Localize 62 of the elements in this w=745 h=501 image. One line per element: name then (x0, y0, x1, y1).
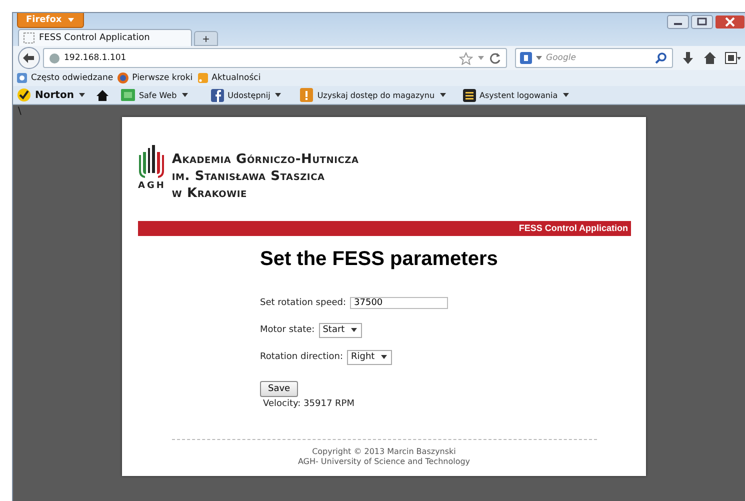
caret-icon (438, 91, 447, 99)
field-label: Rotation direction: (260, 352, 343, 362)
bookmark-item[interactable]: Pierwsze kroki (117, 72, 193, 84)
toolbar-item[interactable]: Norton (17, 88, 86, 102)
dropdown[interactable]: Start (318, 322, 362, 338)
app-banner: FESS Control Application (138, 221, 631, 236)
caret-icon (66, 16, 75, 24)
back-icon[interactable] (17, 47, 41, 69)
bookmark-icon (16, 72, 28, 84)
browser-tab[interactable]: FESS Control Application (18, 29, 192, 46)
field-label: Set rotation speed: (260, 298, 346, 308)
logo-abbreviation: AGH (138, 181, 166, 191)
list-icon (462, 88, 476, 102)
alert-icon (300, 88, 314, 102)
home-icon[interactable] (703, 51, 717, 65)
university-name-line: w Krakowie (172, 185, 248, 202)
close-icon[interactable] (715, 15, 745, 29)
search-field[interactable]: Google (515, 48, 673, 68)
toolbar-item[interactable]: Udostępnij (210, 88, 282, 102)
globe-icon (49, 52, 60, 64)
dropdown[interactable]: Right (346, 350, 392, 364)
university-name-line: im. Stanisława Staszica (172, 168, 326, 185)
page-heading: Set the FESS parameters (260, 248, 498, 271)
search-engine-icon (520, 52, 532, 64)
bookmarks-icon[interactable] (725, 51, 741, 65)
university-name-line: Akademia Górniczo-Hutnicza (172, 151, 359, 168)
footer-text: Copyright © 2013 Marcin Baszynski (311, 447, 457, 457)
globe-icon (117, 72, 130, 84)
new-tab-button[interactable]: + (194, 31, 218, 46)
caret-icon (562, 91, 570, 99)
stray-mark: \ (18, 106, 22, 117)
dropdown-icon[interactable] (477, 54, 485, 62)
toolbar-item[interactable]: Uzyskaj dostęp do magazynu (300, 88, 447, 102)
caret-icon (274, 91, 282, 99)
caret-icon (350, 326, 358, 334)
caret-icon (78, 91, 86, 99)
page-icon (23, 32, 35, 44)
facebook-icon (210, 88, 224, 102)
dropdown-icon[interactable] (535, 54, 543, 62)
search-icon[interactable] (655, 52, 667, 64)
url-text: 192.168.1.101 (64, 53, 126, 63)
caret-icon (180, 91, 189, 99)
toolbar-item[interactable]: Safe Web (120, 89, 189, 101)
download-icon[interactable] (681, 51, 695, 65)
address-bar[interactable]: 192.168.1.101 (43, 48, 507, 68)
footer-text: AGH- University of Science and Technology (296, 457, 472, 467)
caret-icon (380, 353, 388, 361)
toolbar-item[interactable]: Asystent logowania (462, 88, 570, 102)
bookmark-item[interactable]: Często odwiedzane (16, 72, 114, 84)
minimize-icon[interactable] (667, 15, 689, 29)
bookmark-item[interactable]: Aktualności (196, 72, 261, 84)
star-icon[interactable] (459, 52, 473, 64)
field-label: Motor state: (260, 325, 315, 335)
tab-title: FESS Control Application (39, 33, 150, 43)
logo-drawing (138, 143, 166, 179)
reload-icon[interactable] (489, 52, 501, 64)
maximize-icon[interactable] (691, 15, 713, 29)
check-icon (17, 88, 31, 102)
speed-input[interactable]: 37500 (350, 297, 448, 309)
save-button[interactable]: Save (260, 381, 298, 397)
velocity-text: Velocity: 35917 RPM (263, 399, 354, 409)
home-icon[interactable] (96, 88, 109, 102)
